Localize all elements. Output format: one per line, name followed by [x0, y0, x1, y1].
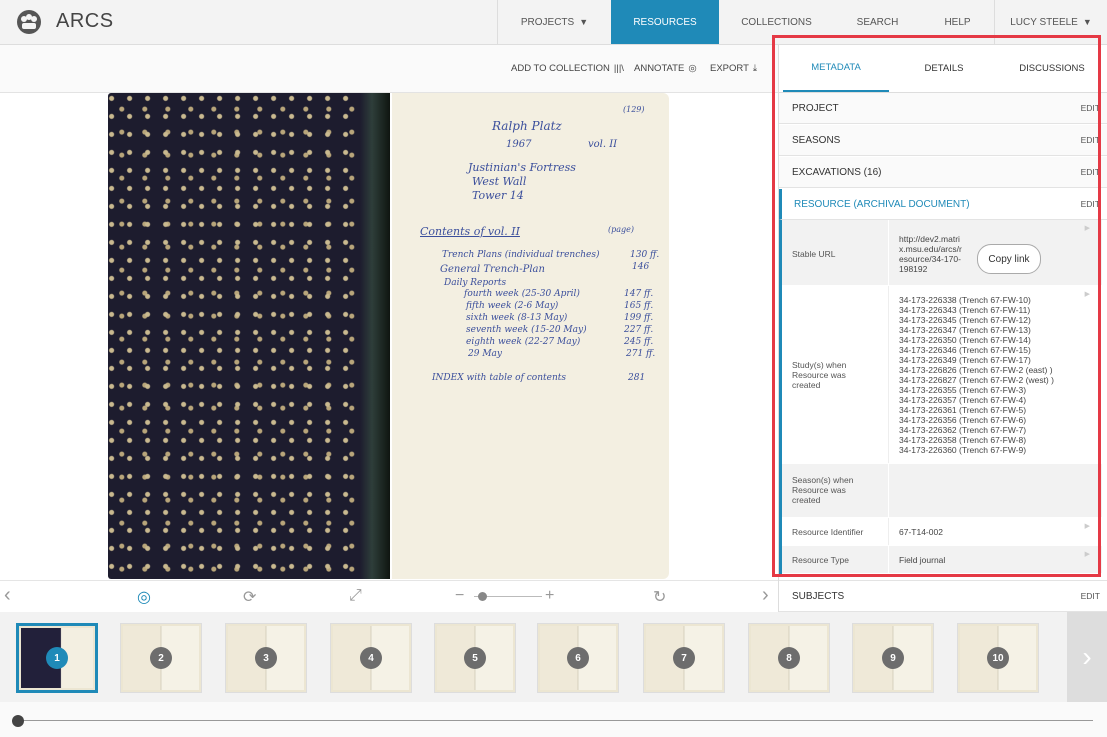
- nav-resources[interactable]: RESOURCES: [611, 0, 719, 44]
- hand-line: seventh week (15-20 May): [466, 325, 587, 335]
- hand-line: INDEX with table of contents: [432, 373, 566, 383]
- hand-line: 147 ff.: [624, 289, 654, 299]
- hand-line: West Wall: [472, 175, 527, 188]
- thumbnail-number: 7: [673, 647, 695, 669]
- hand-line: vol. II: [588, 139, 618, 150]
- thumbnail-number: 5: [464, 647, 486, 669]
- hand-line: fourth week (25-30 April): [464, 289, 580, 299]
- reset-icon[interactable]: ↻: [653, 587, 666, 607]
- user-name: LUCY STEELE: [1010, 16, 1078, 28]
- book-spine: [360, 93, 390, 579]
- nav-help-label: HELP: [944, 16, 971, 28]
- page-number: (129): [623, 105, 645, 114]
- thumbnail-number: 8: [778, 647, 800, 669]
- highlight-box: [772, 35, 1101, 577]
- thumbnails-next-button[interactable]: ›: [1067, 612, 1107, 702]
- zoom-slider-knob[interactable]: [478, 592, 487, 601]
- thumbnail[interactable]: 1: [16, 623, 98, 693]
- export-label: EXPORT: [710, 63, 749, 74]
- annotate-label: ANNOTATE: [634, 63, 685, 74]
- viewer-toolbar: ADD TO COLLECTION |||\ ANNOTATE ◎ EXPORT ⤓: [0, 45, 778, 93]
- thumbnail[interactable]: 6: [537, 623, 619, 693]
- thumbnail-number: 3: [255, 647, 277, 669]
- hand-line: Ralph Platz: [492, 119, 562, 133]
- annotate-button[interactable]: ANNOTATE ◎: [634, 63, 697, 74]
- chevron-down-icon: ▼: [1082, 17, 1092, 27]
- thumbnail[interactable]: 8: [748, 623, 830, 693]
- thumbnail-number: 4: [360, 647, 382, 669]
- thumbnail[interactable]: 9: [852, 623, 934, 693]
- hand-line: Daily Reports: [444, 278, 507, 288]
- edit-link[interactable]: EDIT: [1081, 591, 1100, 601]
- target-icon: ◎: [688, 63, 697, 74]
- hand-line: 245 ff.: [624, 337, 654, 347]
- arcs-logo-icon[interactable]: [16, 9, 42, 35]
- chevron-right-icon: ›: [1082, 641, 1092, 672]
- hand-line: 146: [632, 262, 650, 272]
- hand-line: 29 May: [468, 349, 502, 359]
- annotate-target-icon[interactable]: ◎: [137, 587, 151, 607]
- slider-track: [18, 720, 1093, 721]
- thumbnail-number: 10: [987, 647, 1009, 669]
- hand-line: (page): [608, 225, 634, 234]
- thumbnail-strip: 1 2 3 4 5 6 7 8 9 10 ›: [0, 612, 1107, 702]
- hand-line: 227 ff.: [624, 325, 654, 335]
- slider-knob[interactable]: [12, 715, 24, 727]
- hand-line: 1967: [506, 139, 532, 150]
- hand-line: 199 ff.: [624, 313, 654, 323]
- prev-page-icon[interactable]: ‹: [4, 584, 11, 607]
- thumbnail-number: 1: [46, 647, 68, 669]
- rotate-icon[interactable]: ⟳: [243, 587, 256, 607]
- section-title: SUBJECTS: [792, 591, 845, 602]
- thumbnail-scroll-slider[interactable]: [0, 702, 1107, 737]
- thumbnail-number: 6: [567, 647, 589, 669]
- thumbnail[interactable]: 7: [643, 623, 725, 693]
- thumbnail-number: 2: [150, 647, 172, 669]
- section-subjects[interactable]: SUBJECTS EDIT: [779, 580, 1107, 612]
- hand-line: 165 ff.: [624, 301, 654, 311]
- hand-line: 271 ff.: [626, 349, 656, 359]
- chevron-down-icon: ▼: [579, 17, 589, 27]
- thumbnail[interactable]: 10: [957, 623, 1039, 693]
- add-to-collection-button[interactable]: ADD TO COLLECTION |||\: [511, 63, 624, 74]
- brand-name[interactable]: ARCS: [56, 10, 114, 33]
- thumbnail[interactable]: 4: [330, 623, 412, 693]
- marbled-cover-page: [108, 93, 384, 579]
- hand-line: Justinian's Fortress: [468, 161, 576, 174]
- download-icon: ⤓: [752, 63, 758, 74]
- contents-page: (129) Ralph Platz 1967 vol. II Justinian…: [392, 93, 669, 579]
- hand-line: eighth week (22-27 May): [466, 337, 581, 347]
- zoom-out-icon[interactable]: −: [455, 587, 464, 605]
- hand-line: fifth week (2-6 May): [466, 301, 559, 311]
- hand-line: 281: [628, 373, 646, 383]
- zoom-in-icon[interactable]: +: [545, 587, 554, 605]
- nav-resources-label: RESOURCES: [633, 16, 697, 28]
- document-viewer[interactable]: (129) Ralph Platz 1967 vol. II Justinian…: [0, 93, 778, 580]
- nav-projects-label: PROJECTS: [520, 16, 575, 28]
- next-page-icon[interactable]: ›: [762, 584, 769, 607]
- nav-projects[interactable]: PROJECTS ▼: [497, 0, 611, 44]
- export-button[interactable]: EXPORT ⤓: [710, 63, 757, 74]
- viewer-controls: ‹ ◎ ⟳ ⤢ − + ↻ ›: [0, 580, 778, 612]
- nav-search-label: SEARCH: [856, 16, 899, 28]
- thumbnail-number: 9: [882, 647, 904, 669]
- add-to-collection-label: ADD TO COLLECTION: [511, 63, 610, 74]
- hand-line: sixth week (8-13 May): [466, 313, 568, 323]
- hand-line: General Trench-Plan: [440, 264, 545, 275]
- hand-line: Trench Plans (individual trenches): [442, 250, 600, 260]
- library-icon: |||\: [613, 63, 624, 74]
- fullscreen-icon[interactable]: ⤢: [349, 587, 362, 605]
- hand-line: Tower 14: [472, 189, 524, 202]
- hand-line: 130 ff.: [630, 250, 660, 260]
- thumbnail[interactable]: 3: [225, 623, 307, 693]
- nav-collections-label: COLLECTIONS: [741, 16, 812, 28]
- thumbnail[interactable]: 5: [434, 623, 516, 693]
- thumbnail[interactable]: 2: [120, 623, 202, 693]
- hand-line: Contents of vol. II: [420, 225, 520, 238]
